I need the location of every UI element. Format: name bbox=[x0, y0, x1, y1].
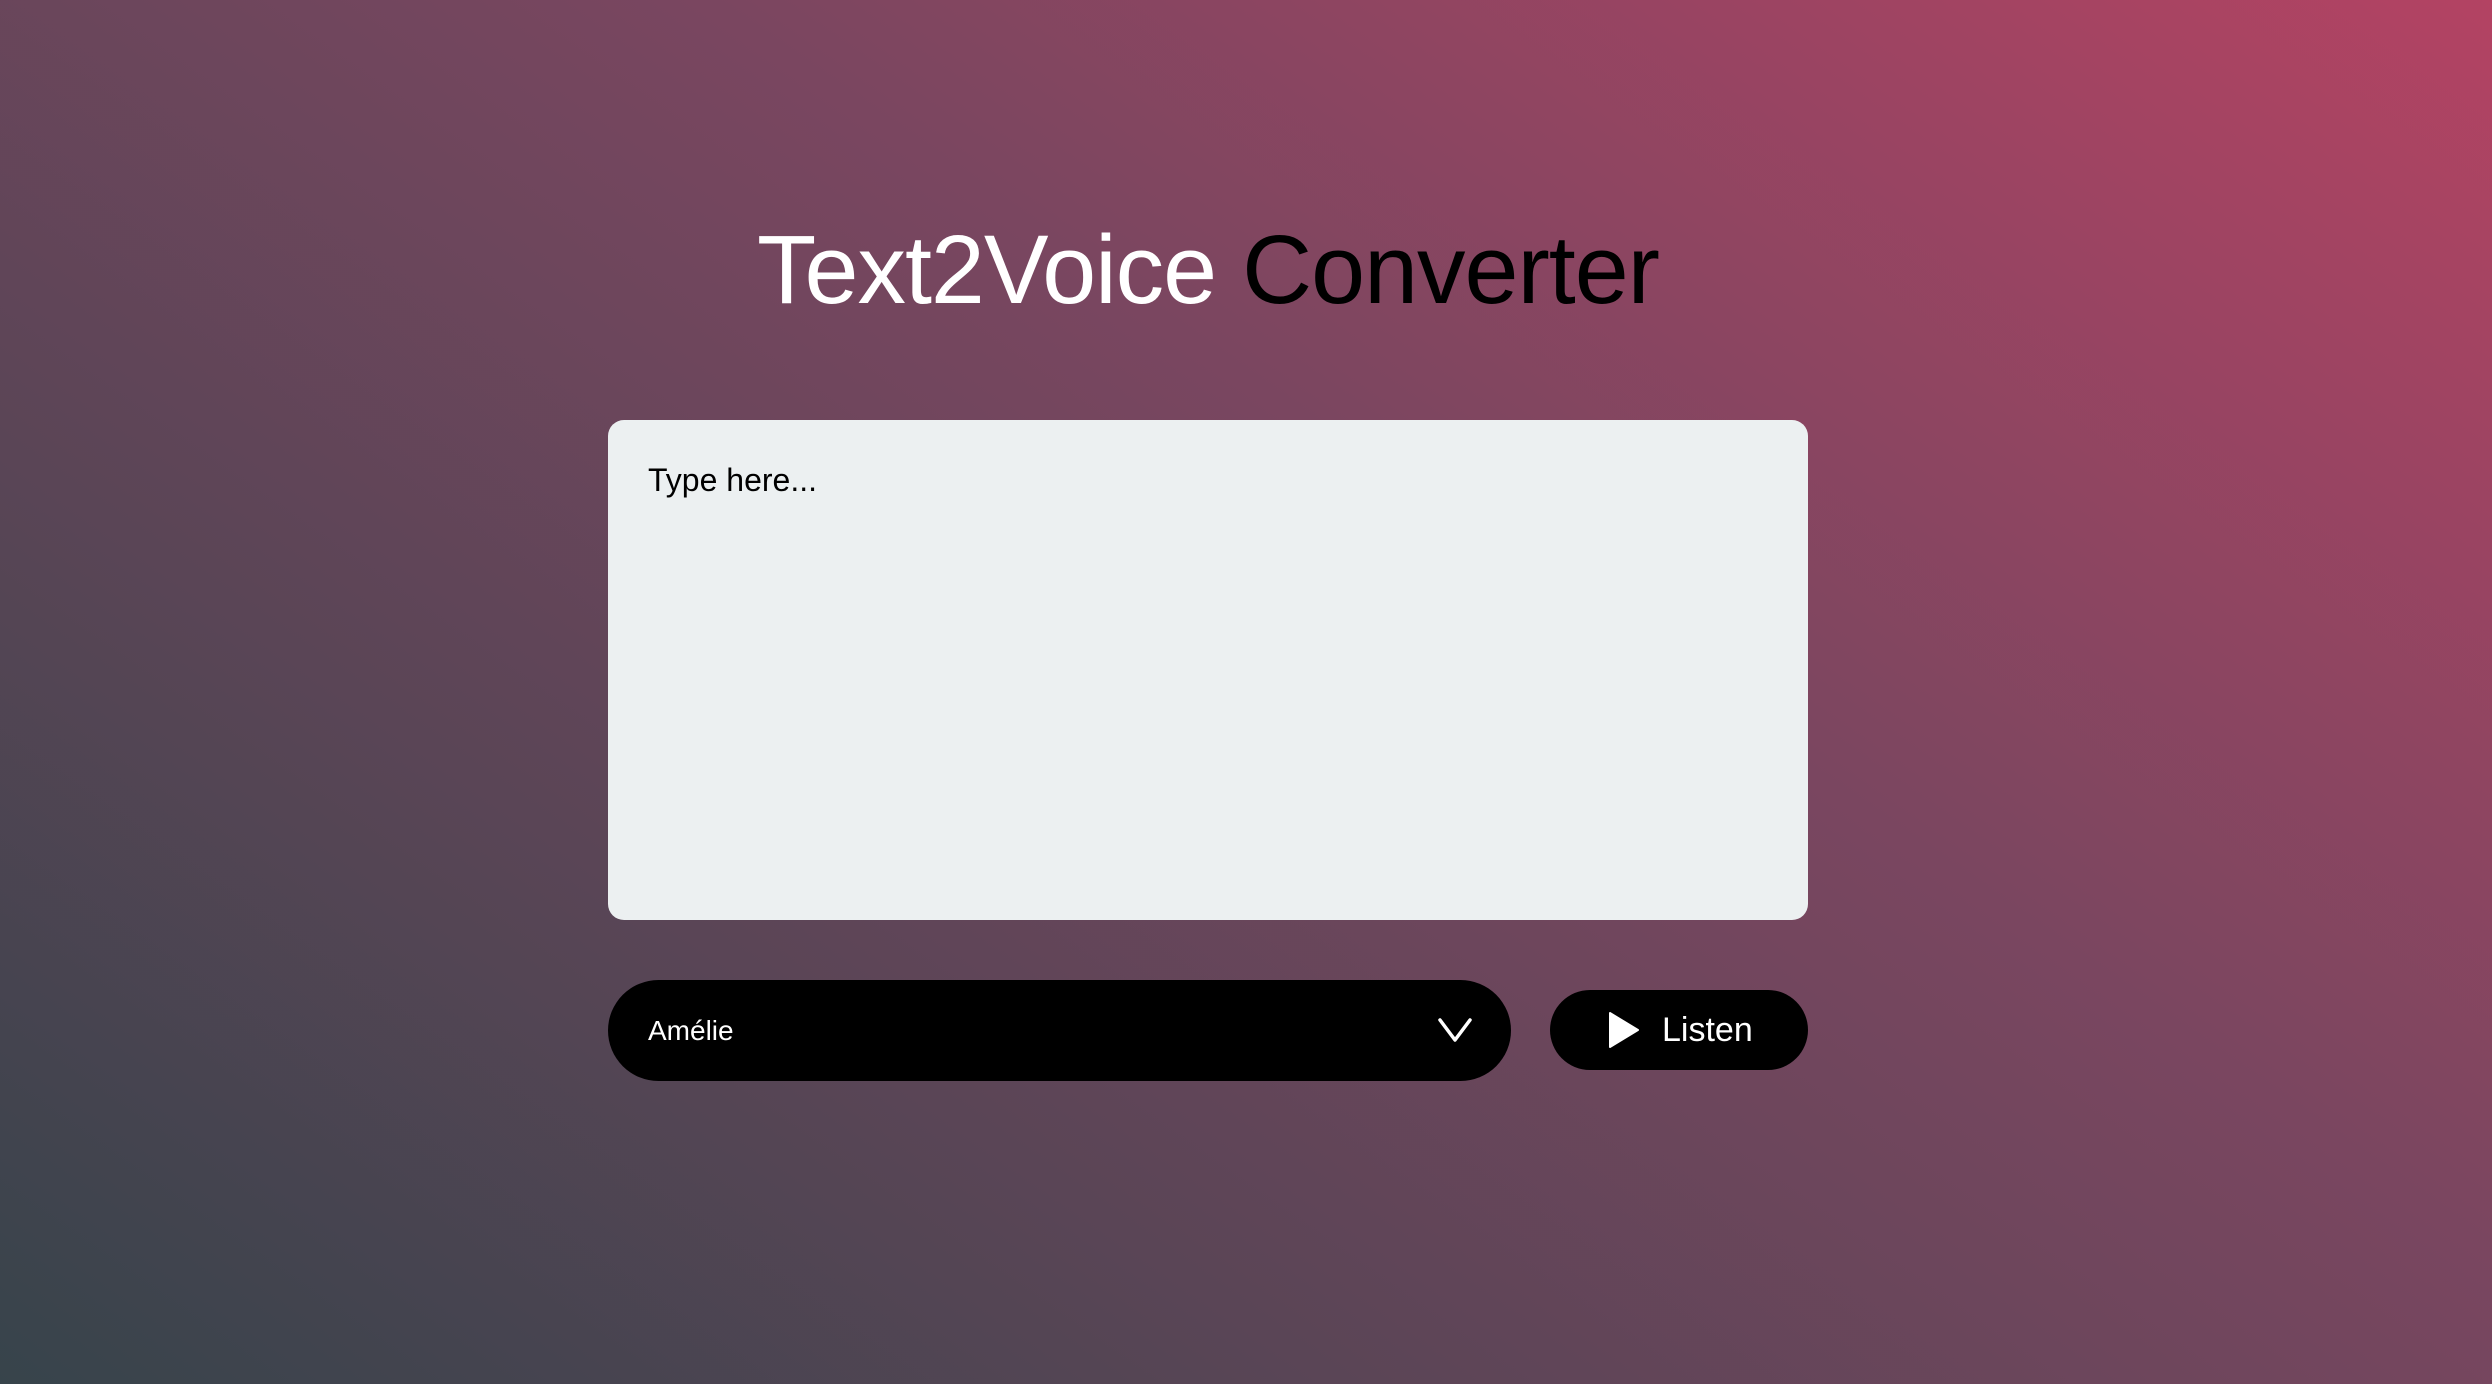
text-input[interactable] bbox=[608, 420, 1808, 920]
listen-button[interactable]: Listen bbox=[1550, 990, 1808, 1070]
chevron-down-icon bbox=[1438, 1018, 1472, 1042]
voice-selected-value: Amélie bbox=[648, 1015, 734, 1046]
title-text2voice: Text2Voice bbox=[757, 215, 1217, 324]
page-title: Text2Voice Converter bbox=[0, 205, 2416, 335]
voice-select[interactable]: Amélie bbox=[608, 980, 1511, 1081]
play-icon bbox=[1609, 1012, 1639, 1048]
listen-button-label: Listen bbox=[1662, 1011, 1753, 1049]
title-converter: Converter bbox=[1242, 215, 1660, 324]
